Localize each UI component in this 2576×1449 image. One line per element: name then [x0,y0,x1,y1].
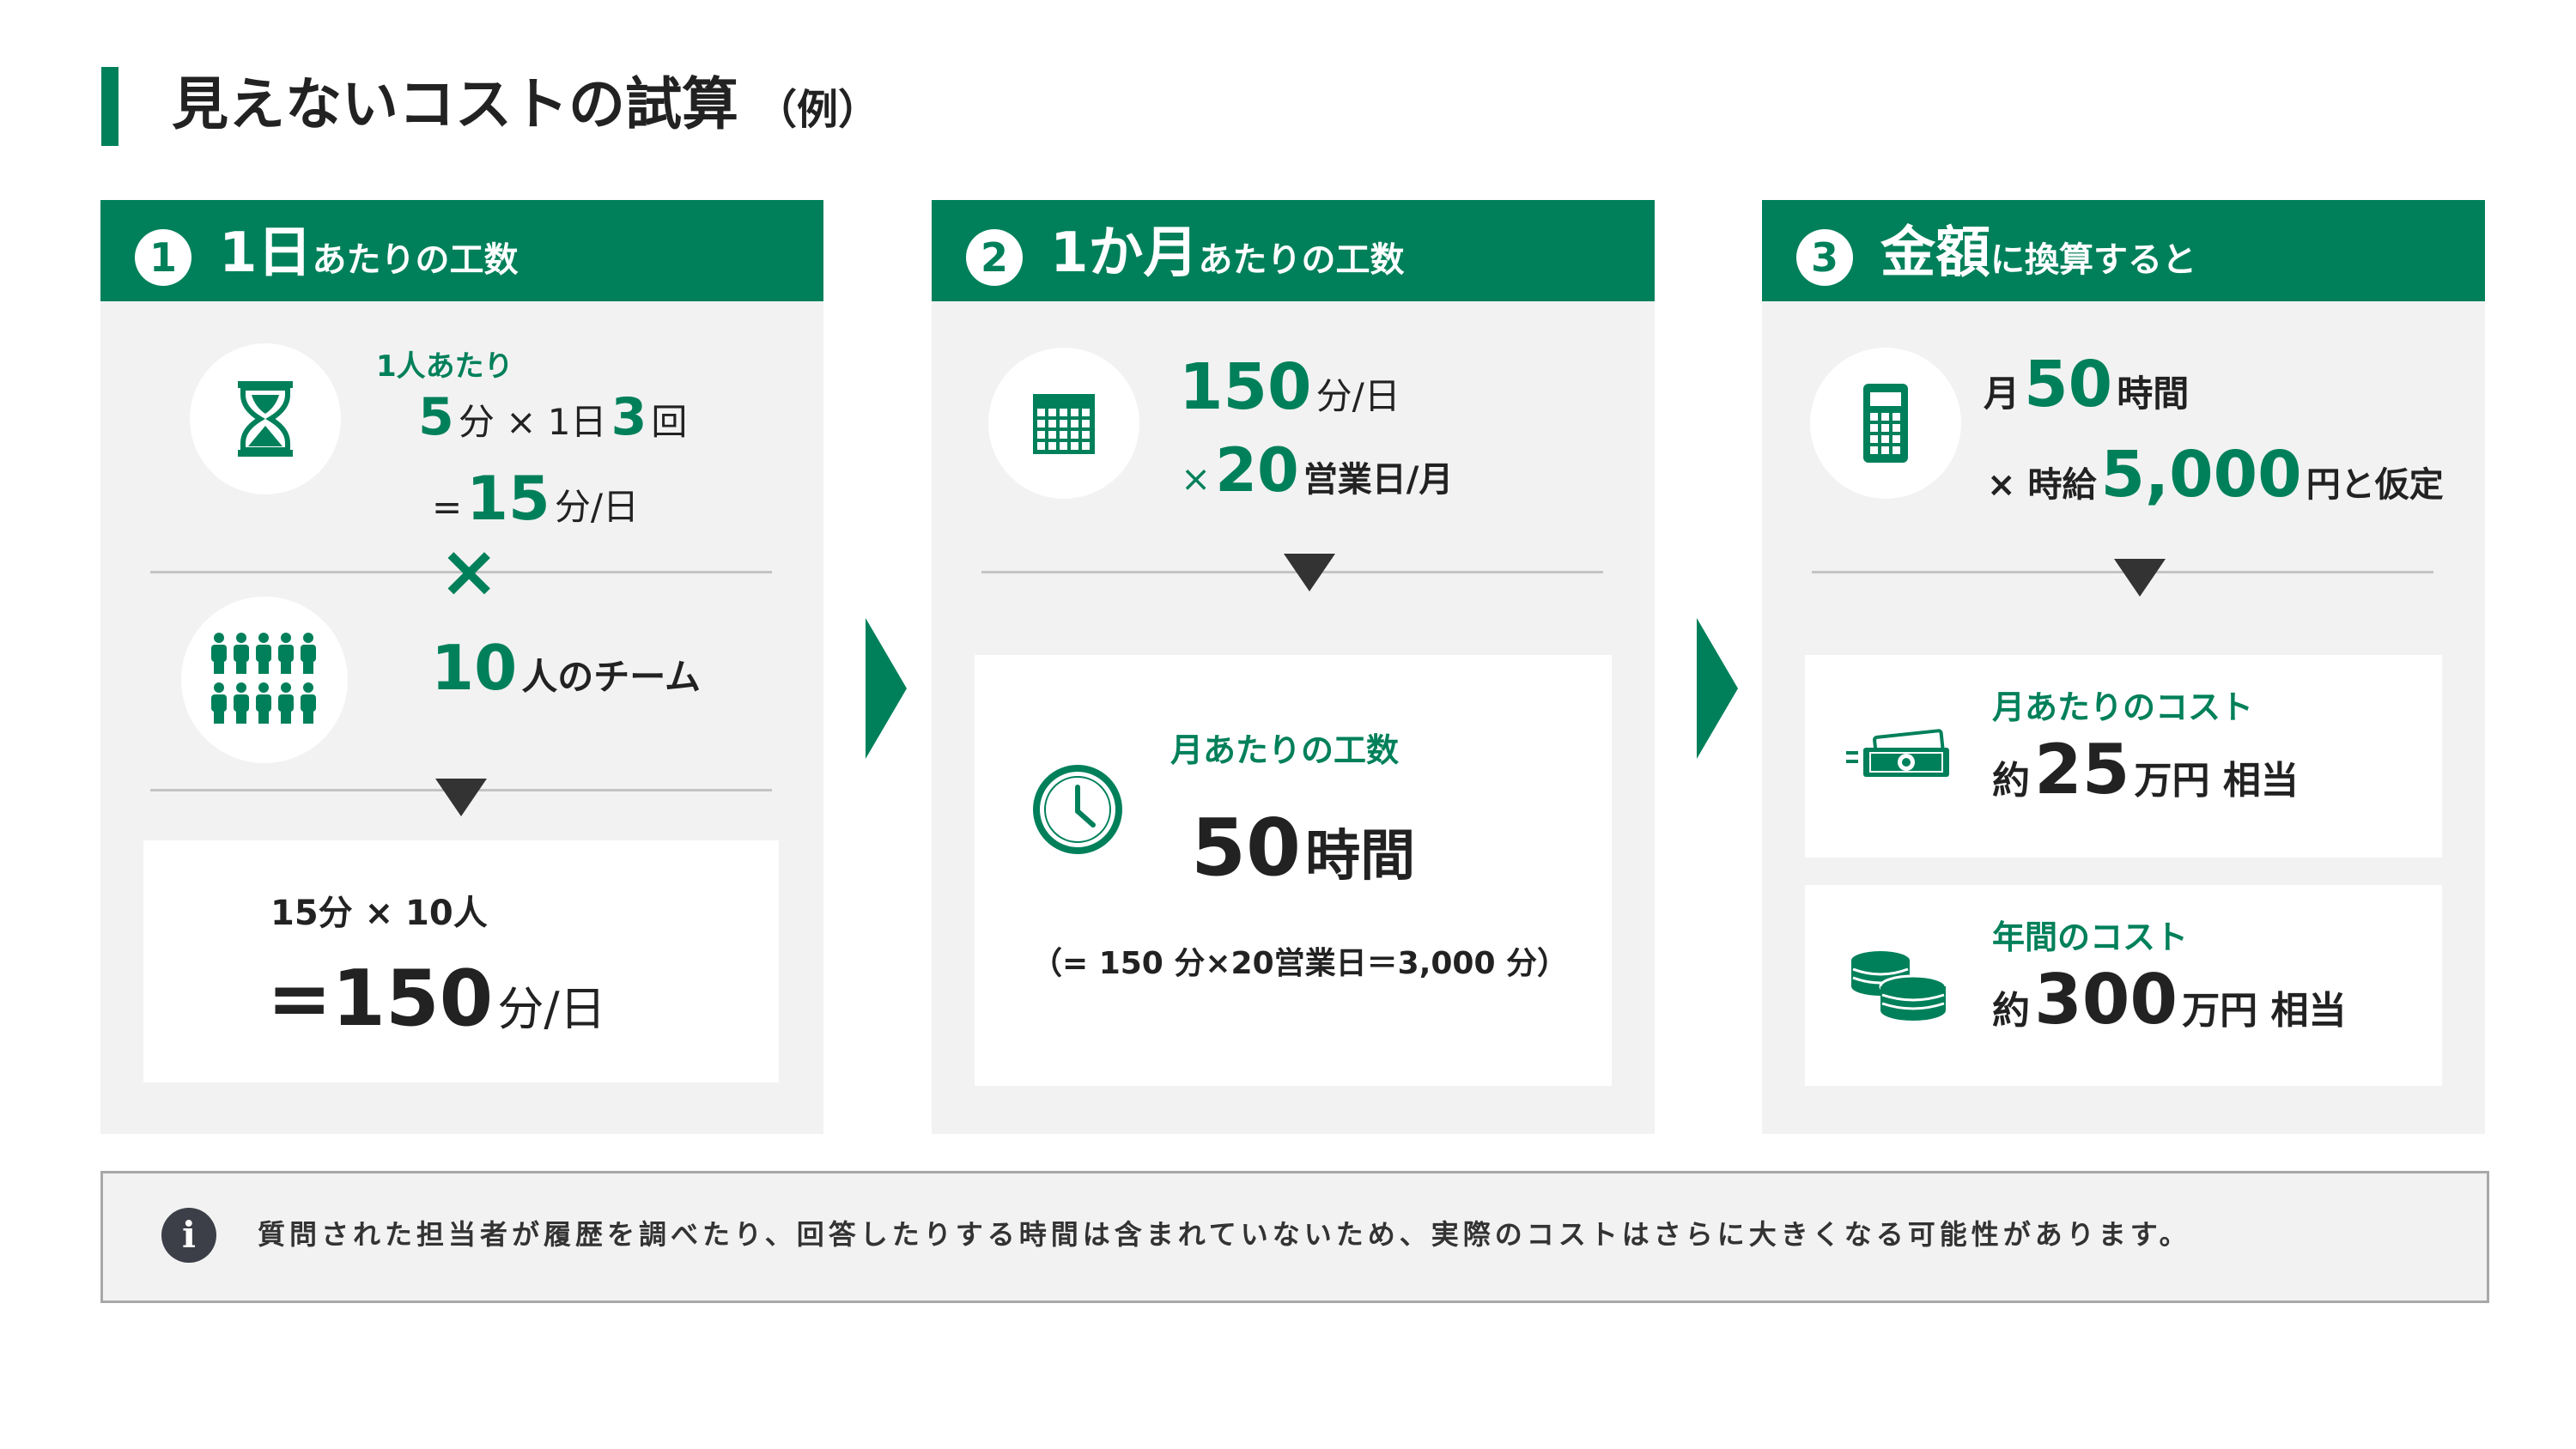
approx-label: 約 [1992,759,2030,803]
hours-unit: 時間 [2117,373,2190,415]
info-note: i 質問された担当者が履歴を調べたり、回答したりする時間は含まれていないため、実… [100,1171,2489,1303]
business-days-value: 20 [1215,435,1299,506]
monthly-cost-unit: 万円 相当 [2134,759,2299,803]
step-number-badge: 3 [1796,229,1853,286]
calc-times: 3 [611,387,647,447]
cash-icon [1843,729,1954,784]
yearly-cost-unit: 万円 相当 [2182,989,2347,1033]
info-note-text: 質問された担当者が履歴を調べたり、回答したりする時間は含まれていないため、実際の… [258,1218,2191,1251]
calendar-icon [988,348,1139,499]
team-size-unit: 人のチーム [521,656,702,698]
panel-1-heading: 1日あたりの工数 [219,217,519,303]
minutes-per-day-unit: 分/日 [1315,375,1400,417]
monthly-effort-label: 月あたりの工数 [1170,731,1400,769]
panel-1-header: 1 1日あたりの工数 [100,200,823,301]
page-title: 見えないコストの試算 （例） [172,62,879,153]
result-formula: 15分 × 10人 [270,894,488,933]
business-days-unit: 営業日/月 [1303,460,1454,500]
panel-3-header: 3 金額に換算すると [1762,200,2485,301]
hourly-wage-value: 5,000 [2100,438,2302,512]
monthly-cost-box: 月あたりのコスト 約 25 万円 相当 [1805,655,2442,858]
yearly-cost-value: 300 [2034,960,2178,1040]
yearly-cost: 約 300 万円 相当 [1992,957,2347,1062]
monthly-result-box: 月あたりの工数 50 時間 （= 150 分×20営業日＝3,000 分） [975,655,1612,1086]
calculator-icon [1810,348,1961,499]
heading-suffix: あたりの工数 [1198,240,1405,280]
hourly-wage-assumption: × 時給 5,000 円と仮定 [1987,432,2444,535]
title-accent-bar [101,67,118,146]
result-total-unit: 分/日 [497,982,606,1036]
result-total-value: =150 [267,954,494,1044]
heading-suffix: に換算すると [1990,240,2196,280]
panel-monthly-effort: 2 1か月あたりの工数 150 分/日 × 20 営業日/月 月あたりの工数 5… [932,200,1655,1134]
step-number-badge: 1 [135,229,191,286]
yearly-cost-box: 年間のコスト 約 300 万円 相当 [1805,885,2442,1086]
team-size-value: 10 [431,632,518,704]
multiply-sign: × [439,529,500,613]
down-arrow-icon [2114,559,2166,597]
business-days: × 20 営業日/月 [1181,432,1453,525]
heading-main: 1か月 [1050,221,1199,285]
hours-value: 50 [2024,348,2113,421]
heading-main: 金額 [1880,221,1990,285]
panel-2-heading: 1か月あたりの工数 [1050,217,1405,303]
down-arrow-icon [1284,554,1335,591]
team-size: 10 人のチーム [431,629,701,724]
panel-cost: 3 金額に換算すると 月 50 時間 × 時給 5,000 円と仮定 月あたりの… [1762,200,2485,1134]
monthly-hours-value: 50 [1191,802,1302,894]
next-step-arrow-icon [866,618,907,759]
daily-result-box: 15分 × 10人 =150 分/日 [143,840,779,1082]
title-sub: （例） [756,86,880,134]
monthly-cost-value: 25 [2034,730,2130,809]
daily-minutes-value: 15 [466,464,550,534]
daily-minutes-unit: 分/日 [554,486,639,528]
panel-2-header: 2 1か月あたりの工数 [932,200,1655,301]
hourly-wage-label: × 時給 [1987,465,2097,505]
heading-suffix: あたりの工数 [312,240,519,280]
monthly-hours: 50 時間 [1191,792,1415,926]
panel-daily-effort: 1 1日あたりの工数 1人あたり 5 分 × 1日 3 回 = 15 分/日 ×… [100,200,823,1134]
info-icon: i [161,1208,216,1263]
next-step-arrow-icon [1697,618,1738,759]
calc-unit-2: 回 [651,401,688,443]
heading-main: 1日 [219,221,313,285]
monthly-cost: 約 25 万円 相当 [1992,727,2299,832]
step-number-badge: 2 [966,229,1023,286]
approx-label: 約 [1992,989,2030,1033]
monthly-calc-note: （= 150 分×20営業日＝3,000 分） [1031,946,1569,981]
result-total: =150 分/日 [267,952,606,1068]
clock-icon [1026,758,1129,861]
panel-3-heading: 金額に換算すると [1880,217,2196,303]
calc-per-day: 5 分 × 1日 3 回 [418,387,687,460]
month-label: 月 [1984,373,2020,415]
calc-minutes: 5 [418,387,454,447]
yearly-cost-label: 年間のコスト [1992,919,2189,956]
hourglass-icon [190,343,341,494]
per-person-label: 1人あたり [376,349,513,384]
equals-sign: = [432,486,463,528]
monthly-cost-label: 月あたりのコスト [1992,688,2254,726]
title-main: 見えないコストの試算 [172,71,738,137]
multiply-sign: × [1181,458,1212,500]
hourly-wage-unit: 円と仮定 [2306,465,2444,505]
monthly-hours-unit: 時間 [1305,825,1416,888]
down-arrow-icon [435,779,487,816]
calc-unit-1: 分 × 1日 [458,401,607,443]
minutes-per-day-value: 150 [1179,350,1312,424]
coins-icon [1848,949,1951,1026]
team-people-icon [181,597,348,763]
